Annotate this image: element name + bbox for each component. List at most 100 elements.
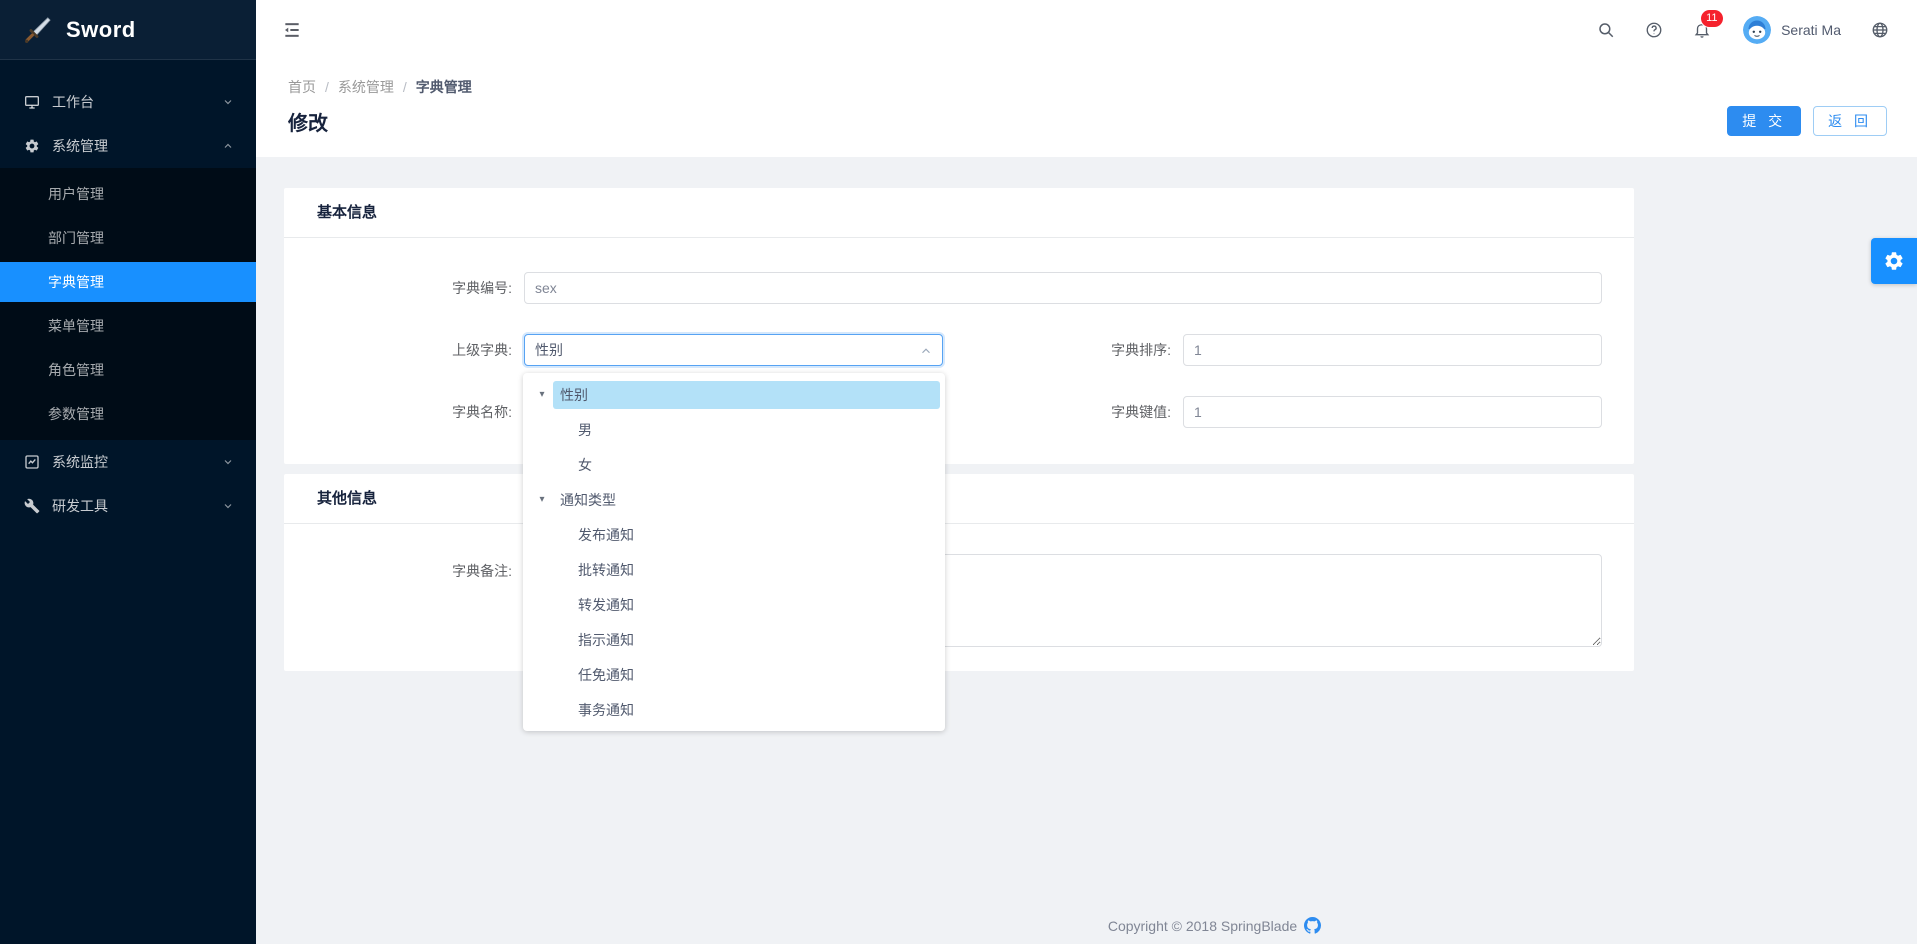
github-icon[interactable] <box>1304 917 1321 934</box>
basic-info-title: 基本信息 <box>284 188 1634 238</box>
basic-info-card: 基本信息 字典编号: 上级字典: 性别 <box>284 188 1634 464</box>
tree-node-female[interactable]: 女 <box>523 447 945 482</box>
globe-icon[interactable] <box>1871 21 1889 39</box>
notification-badge: 11 <box>1701 10 1722 27</box>
sidebar-item-label: 系统监控 <box>52 452 222 472</box>
sidebar-item-label: 菜单管理 <box>48 316 104 336</box>
gear-icon <box>24 138 40 154</box>
avatar[interactable] <box>1743 16 1771 44</box>
content: 基本信息 字典编号: 上级字典: 性别 <box>256 157 1917 671</box>
tree-node-appoint-notice[interactable]: 任免通知 <box>523 657 945 692</box>
app-logo[interactable]: Sword <box>0 0 256 60</box>
tree-node-affair-notice[interactable]: 事务通知 <box>523 692 945 727</box>
tree-node-instruct-notice[interactable]: 指示通知 <box>523 622 945 657</box>
line-chart-icon <box>24 454 40 470</box>
back-button[interactable]: 返 回 <box>1813 106 1887 136</box>
tree-node-label: 批转通知 <box>571 556 940 584</box>
topbar-right: 11 Serati Ma <box>1567 16 1889 44</box>
sidebar-item-label: 参数管理 <box>48 404 104 424</box>
sidebar-item-system-monitor[interactable]: 系统监控 <box>0 440 256 484</box>
system-management-submenu: 用户管理 部门管理 字典管理 菜单管理 角色管理 参数管理 <box>0 168 256 440</box>
sidebar-item-dict-management[interactable]: 字典管理 <box>0 262 256 302</box>
breadcrumb-system-management[interactable]: 系统管理 <box>338 77 394 97</box>
breadcrumb: 首页 / 系统管理 / 字典管理 <box>288 76 1887 97</box>
dict-name-label: 字典名称: <box>284 402 524 422</box>
submit-button-label: 提 交 <box>1742 111 1786 131</box>
tree-node-label: 通知类型 <box>553 486 940 514</box>
dict-sort-label: 字典排序: <box>943 340 1183 360</box>
parent-dict-label: 上级字典: <box>284 340 524 360</box>
copyright-text: Copyright © 2018 SpringBlade <box>1108 918 1297 934</box>
submit-button[interactable]: 提 交 <box>1727 106 1801 136</box>
sidebar-item-label: 工作台 <box>52 92 222 112</box>
other-info-title: 其他信息 <box>284 474 1634 524</box>
chevron-down-icon <box>222 456 234 468</box>
sidebar-item-workbench[interactable]: 工作台 <box>0 80 256 124</box>
page-header: 首页 / 系统管理 / 字典管理 修改 提 交 返 回 <box>256 60 1917 157</box>
other-info-card: 其他信息 字典备注: <box>284 474 1634 671</box>
user-name[interactable]: Serati Ma <box>1781 22 1841 38</box>
sidebar-item-user-management[interactable]: 用户管理 <box>0 174 256 214</box>
sidebar-item-system-management[interactable]: 系统管理 <box>0 124 256 168</box>
sidebar-item-label: 部门管理 <box>48 228 104 248</box>
sidebar-item-label: 用户管理 <box>48 184 104 204</box>
tree-node-label: 任免通知 <box>571 661 940 689</box>
sword-icon <box>22 15 52 45</box>
chevron-down-icon <box>222 500 234 512</box>
wrench-icon <box>24 498 40 514</box>
notification-bell[interactable]: 11 <box>1693 21 1711 39</box>
app-title: Sword <box>66 17 136 43</box>
tree-node-label: 女 <box>571 451 940 479</box>
tree-node-approve-notice[interactable]: 批转通知 <box>523 552 945 587</box>
tree-node-label: 性别 <box>553 381 940 409</box>
sidebar-item-label: 角色管理 <box>48 360 104 380</box>
sidebar-item-label: 系统管理 <box>52 136 222 156</box>
tree-node-label: 转发通知 <box>571 591 940 619</box>
avatar-image <box>1743 16 1771 44</box>
sidebar-item-dev-tools[interactable]: 研发工具 <box>0 484 256 528</box>
tree-node-publish-notice[interactable]: 发布通知 <box>523 517 945 552</box>
gear-icon <box>1883 250 1905 272</box>
tree-node-label: 事务通知 <box>571 696 940 724</box>
sidebar-item-menu-management[interactable]: 菜单管理 <box>0 306 256 346</box>
search-icon[interactable] <box>1597 21 1615 39</box>
monitor-icon <box>24 94 40 110</box>
parent-dict-select[interactable]: 性别 <box>524 334 943 366</box>
dict-code-label: 字典编号: <box>284 278 524 298</box>
sidebar-item-label: 字典管理 <box>48 272 104 292</box>
sidebar-item-label: 研发工具 <box>52 496 222 516</box>
page-title: 修改 <box>288 107 328 136</box>
chevron-up-icon <box>919 344 933 358</box>
dict-remark-label: 字典备注: <box>284 554 524 581</box>
dict-key-input[interactable] <box>1183 396 1602 428</box>
tree-node-forward-notice[interactable]: 转发通知 <box>523 587 945 622</box>
breadcrumb-dict-management: 字典管理 <box>416 77 472 97</box>
sidebar: Sword 工作台 系统管理 用户管理 部门管理 字典管理 菜单管理 角色管理 … <box>0 0 256 944</box>
settings-drawer-button[interactable] <box>1871 238 1917 284</box>
sidebar-item-param-management[interactable]: 参数管理 <box>0 394 256 434</box>
chevron-down-icon <box>222 96 234 108</box>
caret-down-icon[interactable]: ▾ <box>531 494 553 505</box>
dict-code-input[interactable] <box>524 272 1602 304</box>
menu-fold-icon[interactable] <box>282 20 302 40</box>
main-area: 11 Serati Ma 首页 / 系统管理 / <box>256 0 1917 944</box>
tree-node-label: 指示通知 <box>571 626 940 654</box>
sidebar-item-role-management[interactable]: 角色管理 <box>0 350 256 390</box>
tree-node-gender[interactable]: ▾ 性别 <box>523 377 945 412</box>
parent-dict-dropdown: ▾ 性别 男 女 ▾ 通知类型 发布通知 批转通知 转发通知 指示通知 任免通知… <box>523 373 945 731</box>
sidebar-item-department-management[interactable]: 部门管理 <box>0 218 256 258</box>
tree-node-label: 发布通知 <box>571 521 940 549</box>
topbar: 11 Serati Ma <box>256 0 1917 60</box>
chevron-up-icon <box>222 140 234 152</box>
breadcrumb-home[interactable]: 首页 <box>288 77 316 97</box>
dict-key-label: 字典键值: <box>943 402 1183 422</box>
footer: Copyright © 2018 SpringBlade <box>512 917 1917 934</box>
dict-sort-input[interactable] <box>1183 334 1602 366</box>
question-circle-icon[interactable] <box>1645 21 1663 39</box>
tree-node-notice-type[interactable]: ▾ 通知类型 <box>523 482 945 517</box>
parent-dict-select-value: 性别 <box>535 340 563 360</box>
caret-down-icon[interactable]: ▾ <box>531 389 553 400</box>
tree-node-male[interactable]: 男 <box>523 412 945 447</box>
sidebar-menu: 工作台 系统管理 用户管理 部门管理 字典管理 菜单管理 角色管理 参数管理 系… <box>0 60 256 528</box>
breadcrumb-separator: / <box>325 79 329 95</box>
